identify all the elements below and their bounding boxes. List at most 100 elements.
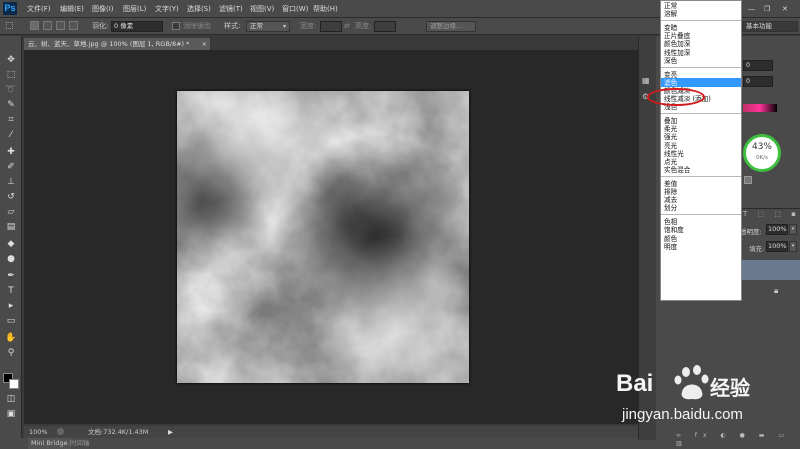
opacity-arrow-icon[interactable]: ▾ (789, 224, 797, 235)
panel-swatch-icon[interactable] (744, 176, 752, 184)
blend-mode-item[interactable]: 溶解 (664, 10, 677, 18)
brush-icon[interactable]: ✐ (4, 161, 18, 174)
blur-icon[interactable]: ◆ (4, 238, 18, 251)
zoom-level[interactable]: 100% (29, 426, 48, 438)
type-icon[interactable]: T (4, 285, 18, 298)
blend-mode-item[interactable]: 滤色 (664, 79, 677, 87)
menu-filter[interactable]: 滤镜(T) (219, 0, 243, 18)
close-tab-icon[interactable]: × (202, 38, 207, 50)
marquee-tool-icon[interactable]: ⬚ (5, 18, 14, 35)
eyedropper-icon[interactable]: ⁄ (4, 129, 18, 142)
cloud-canvas-image[interactable] (177, 91, 469, 383)
blend-mode-item[interactable]: 颜色 (664, 235, 677, 243)
background-color[interactable] (9, 379, 19, 389)
new-selection-icon[interactable] (30, 21, 39, 30)
move-tool-icon[interactable]: ✥ (4, 54, 18, 67)
blend-mode-item[interactable]: 深色 (664, 57, 677, 65)
close-icon[interactable]: ✕ (782, 0, 788, 18)
quick-select-icon[interactable]: ✎ (4, 99, 18, 112)
document-title: 云、树、蓝天、草地.jpg @ 100% (图层 1, RGB/8#) * (28, 40, 190, 48)
height-label: 高度: (355, 22, 372, 30)
menu-window[interactable]: 窗口(W) (282, 0, 308, 18)
screen-mode-icon[interactable]: ▣ (4, 408, 18, 421)
path-select-icon[interactable]: ▸ (4, 300, 18, 313)
lasso-icon[interactable]: ➰ (4, 84, 18, 97)
blend-mode-item[interactable]: 线性光 (664, 150, 684, 158)
intersect-selection-icon[interactable] (69, 21, 78, 30)
blend-mode-item[interactable]: 实色混合 (664, 166, 690, 174)
dodge-icon[interactable]: ● (4, 253, 18, 266)
antialias-label: 消除锯齿 (183, 22, 211, 30)
tab-timeline[interactable]: 时间轴 (70, 438, 90, 449)
blend-mode-item[interactable]: 明度 (664, 243, 677, 251)
blend-mode-item[interactable]: 线性加深 (664, 49, 690, 57)
layers-filter-icons[interactable]: T ⬚ ⬚ ▪ (743, 209, 800, 219)
lock-icon: 🔒︎ (774, 286, 779, 295)
blend-mode-item[interactable]: 排除 (664, 188, 677, 196)
menu-image[interactable]: 图像(I) (92, 0, 114, 18)
height-input[interactable] (374, 21, 396, 32)
menu-view[interactable]: 视图(V) (250, 0, 274, 18)
menu-layer[interactable]: 图层(L) (123, 0, 146, 18)
fill-input[interactable]: 100% (766, 241, 788, 252)
menu-type[interactable]: 文字(Y) (155, 0, 179, 18)
eraser-icon[interactable]: ▱ (4, 206, 18, 219)
watermark-url: jingyan.baidu.com (622, 406, 743, 423)
panel-field-2[interactable]: 0 (743, 76, 773, 87)
healing-brush-icon[interactable]: ✚ (4, 146, 18, 159)
layer-row-selected[interactable] (740, 260, 800, 280)
status-info-icon[interactable] (57, 428, 64, 435)
gradient-icon[interactable]: ▤ (4, 221, 18, 234)
crop-icon[interactable]: ⌗ (4, 114, 18, 127)
annotation-ellipse (647, 88, 705, 106)
history-panel-icon[interactable]: ▦ (642, 76, 650, 85)
width-input[interactable] (320, 21, 342, 32)
refine-edge-button[interactable]: 调整边缘... (426, 21, 476, 32)
menu-help[interactable]: 帮助(H) (313, 0, 338, 18)
clone-stamp-icon[interactable]: ⊥ (4, 176, 18, 189)
opacity-input[interactable]: 100% (766, 224, 788, 235)
feather-input[interactable]: 0 像素 (111, 21, 163, 32)
hand-icon[interactable]: ✋ (4, 332, 18, 345)
add-selection-icon[interactable] (43, 21, 52, 30)
blend-mode-item[interactable]: 强光 (664, 133, 677, 141)
blend-mode-item[interactable]: 减去 (664, 196, 677, 204)
restore-icon[interactable]: ❐ (764, 0, 770, 18)
blend-mode-item[interactable]: 饱和度 (664, 226, 684, 234)
document-tab[interactable]: 云、树、蓝天、草地.jpg @ 100% (图层 1, RGB/8#) * × (24, 38, 210, 50)
blend-mode-dropdown[interactable]: 正常 溶解 变暗 正片叠底 颜色加深 线性加深 深色 变亮 滤色 颜色减淡 线性减淡 (添加) 浅色叠… (660, 0, 742, 301)
fill-label: 填充: (749, 245, 765, 253)
status-menu-arrow-icon[interactable]: ▶ (168, 426, 173, 438)
blend-mode-item[interactable]: 叠加 (664, 117, 677, 125)
menu-file[interactable]: 文件(F) (27, 0, 51, 18)
marquee-icon[interactable]: ⬚ (4, 69, 18, 82)
color-ramp[interactable] (743, 104, 777, 112)
menu-edit[interactable]: 编辑(E) (60, 0, 84, 18)
blend-mode-item[interactable]: 亮光 (664, 142, 677, 150)
quick-mask-icon[interactable]: ◫ (4, 393, 18, 406)
blend-separator (661, 113, 741, 115)
layers-footer-icons[interactable]: ∞ fx ◐ ● ▬ ▭ ▥ (676, 432, 800, 447)
panel-field-1[interactable]: 0 (743, 60, 773, 71)
blend-mode-item[interactable]: 颜色加深 (664, 40, 690, 48)
zoom-icon[interactable]: ⚲ (4, 347, 18, 360)
history-brush-icon[interactable]: ↺ (4, 191, 18, 204)
workspace-select[interactable]: 基本功能 (742, 21, 798, 32)
minimize-icon[interactable]: — (748, 0, 755, 18)
blend-mode-item[interactable]: 差值 (664, 180, 677, 188)
blend-mode-item[interactable]: 点光 (664, 158, 677, 166)
tab-mini-bridge[interactable]: Mini Bridge (28, 438, 71, 449)
blend-mode-item[interactable]: 正常 (664, 2, 677, 10)
menu-select[interactable]: 选择(S) (187, 0, 211, 18)
fill-arrow-icon[interactable]: ▾ (789, 241, 797, 252)
swap-icon[interactable]: ⇄ (344, 18, 350, 35)
blend-mode-item[interactable]: 划分 (664, 204, 677, 212)
status-bar: 100% 文档:732.4K/1.43M ▶ (24, 426, 638, 438)
blend-mode-item[interactable]: 变暗 (664, 24, 677, 32)
blend-mode-item[interactable]: 变亮 (664, 71, 677, 79)
pen-icon[interactable]: ✒ (4, 270, 18, 283)
antialias-checkbox[interactable] (172, 22, 180, 30)
network-speed-widget: 43% 0K/s (743, 134, 781, 172)
subtract-selection-icon[interactable] (56, 21, 65, 30)
shape-icon[interactable]: ▭ (4, 315, 18, 328)
